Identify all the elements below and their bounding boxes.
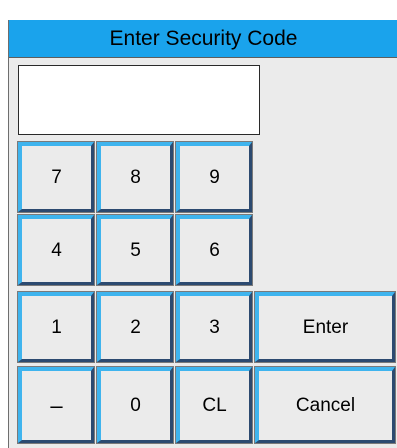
clear-button[interactable]: CL (175, 366, 253, 444)
cancel-button[interactable]: Cancel (254, 366, 396, 444)
key-5[interactable]: 5 (96, 214, 174, 286)
key-9[interactable]: 9 (175, 141, 253, 213)
security-code-dialog: Enter Security Code 7 8 9 4 5 6 1 2 3 En… (8, 20, 397, 448)
key-6[interactable]: 6 (175, 214, 253, 286)
key-4[interactable]: 4 (17, 214, 95, 286)
key-7[interactable]: 7 (17, 141, 95, 213)
key-0[interactable]: 0 (96, 366, 174, 444)
key-dash[interactable]: – (17, 366, 95, 444)
code-display (18, 65, 260, 135)
key-8[interactable]: 8 (96, 141, 174, 213)
enter-button[interactable]: Enter (254, 291, 396, 363)
key-2[interactable]: 2 (96, 291, 174, 363)
key-3[interactable]: 3 (175, 291, 253, 363)
key-1[interactable]: 1 (17, 291, 95, 363)
dialog-title: Enter Security Code (9, 20, 397, 58)
